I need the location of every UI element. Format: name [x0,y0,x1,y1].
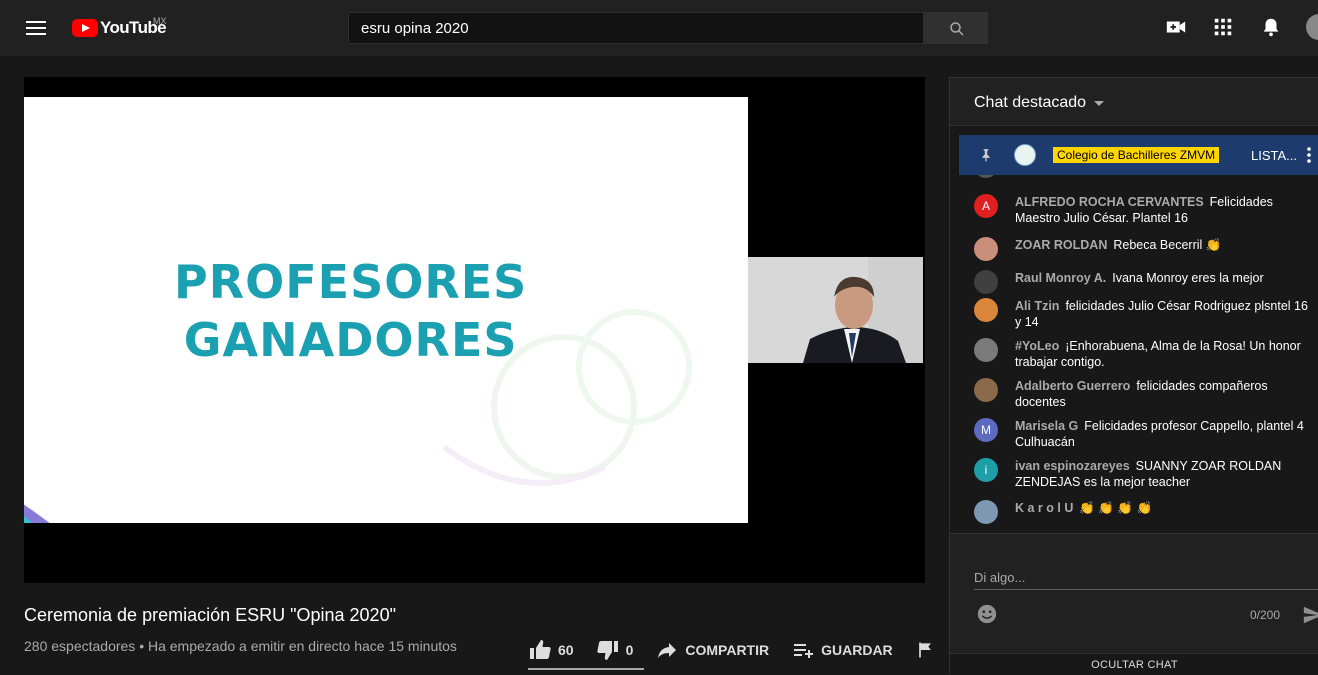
account-avatar[interactable] [1306,14,1318,40]
youtube-logo[interactable]: YouTube [72,17,167,39]
chat-message-body: Ali Tzin felicidades Julio César Rodrigue… [1015,298,1314,330]
chat-message: i ivan espinozareyes SUANNY ZOAR ROLDAN ZE… [974,458,1314,490]
dropdown-caret-icon [1094,101,1104,106]
save-label: GUARDAR [821,642,893,658]
hide-chat-button[interactable]: OCULTAR CHAT [950,653,1318,675]
chat-message: Adalberto Guerrero felicidades compañeros… [974,378,1314,410]
youtube-play-icon [72,19,98,37]
chat-author-avatar[interactable] [974,270,998,294]
live-chat-panel: Chat destacado Francisco Galvez plantel … [949,77,1318,674]
chat-author-name[interactable]: ZOAR ROLDAN [1015,238,1107,252]
presenter-image [748,257,923,363]
dislike-count: 0 [625,642,634,658]
like-button[interactable]: 60 [528,638,574,662]
chat-message-body: ZOAR ROLDAN Rebeca Becerril 👏 [1015,237,1314,253]
send-icon[interactable] [1302,604,1318,626]
chat-author-name[interactable]: Marisela G [1015,419,1078,433]
chat-message-text: Rebeca Becerril 👏 [1113,238,1222,252]
report-button[interactable] [915,640,941,660]
chat-author-avatar[interactable]: i [974,458,998,482]
chat-message: A ALFREDO ROCHA CERVANTES Felicidades Maes… [974,194,1314,226]
create-video-icon[interactable] [1165,16,1187,38]
chat-author-name[interactable]: #YoLeo [1015,339,1059,353]
top-bar: YouTube MX esru opina 2020 [0,0,1318,56]
chat-message-body: ivan espinozareyes SUANNY ZOAR ROLDAN ZEN… [1015,458,1314,490]
playlist-add-icon [794,644,814,658]
chat-message: ZOAR ROLDAN Rebeca Becerril 👏 [974,237,1314,261]
chat-message-text: 👏 👏 👏 👏 [1079,501,1153,515]
dislike-button[interactable]: 0 [596,638,634,662]
chat-message: Ali Tzin felicidades Julio César Rodrigue… [974,298,1314,330]
notifications-bell-icon[interactable] [1260,16,1282,38]
chat-input[interactable]: Di algo... [974,570,1025,585]
search-input[interactable]: esru opina 2020 [348,12,924,44]
video-player[interactable]: PROFESORES GANADORES [24,77,925,583]
chat-author-avatar[interactable]: A [974,194,998,218]
chat-author-avatar[interactable] [974,237,998,261]
chat-message-text: Ivana Monroy eres la mejor [1112,271,1264,285]
search-button[interactable] [924,12,988,44]
chat-message-body: Adalberto Guerrero felicidades compañeros… [1015,378,1314,410]
chat-author-avatar[interactable]: M [974,418,998,442]
chat-message: #YoLeo ¡Enhorabuena, Alma de la Rosa! Un … [974,338,1314,370]
search-icon [950,22,964,36]
like-count: 60 [558,642,574,658]
video-title: Ceremonia de premiación ESRU "Opina 2020… [24,605,396,625]
pinned-message[interactable]: Colegio de Bachilleres ZMVM LISTA... [959,135,1318,175]
emoji-icon[interactable] [976,603,998,625]
country-code: MX [153,16,167,26]
pinned-author: Colegio de Bachilleres ZMVM [1053,147,1220,163]
share-icon [658,643,677,658]
chat-messages: Francisco Galvez plantel 17 Huayamilpas … [950,154,1318,528]
presentation-slide: PROFESORES GANADORES [24,97,748,523]
video-actions: 60 0 COMPARTIR GUARDAR [528,638,963,662]
slide-title-line2: GANADORES [183,313,518,367]
pinned-text: LISTA... [1251,148,1297,163]
chat-message: M Marisela G Felicidades profesor Cappello… [974,418,1314,450]
more-options-icon[interactable] [1305,146,1313,164]
chat-author-avatar[interactable] [974,338,998,362]
video-meta: 280 espectadores • Ha empezado a emitir … [24,638,457,654]
thumbs-down-icon [596,641,618,660]
corner-decoration-icon [24,504,50,523]
chat-author-name[interactable]: ALFREDO ROCHA CERVANTES [1015,195,1204,209]
share-button[interactable]: COMPARTIR [655,638,769,662]
pin-icon [982,149,990,162]
slide-title: PROFESORES GANADORES [174,253,527,369]
chat-message-body: K a r o l U 👏 👏 👏 👏 [1015,500,1314,516]
input-underline [974,589,1318,590]
chat-mode-title: Chat destacado [974,94,1087,111]
apps-grid-icon[interactable] [1212,16,1234,38]
chat-author-avatar[interactable] [974,298,998,322]
character-counter: 0/200 [1250,608,1281,622]
chat-author-name[interactable]: Ali Tzin [1015,299,1059,313]
chat-author-avatar[interactable] [974,378,998,402]
chat-author-name[interactable]: ivan espinozareyes [1015,459,1130,473]
like-ratio-bar [528,668,644,670]
pinned-author-avatar [1014,144,1036,166]
chat-message: Raul Monroy A. Ivana Monroy eres la mejor [974,270,1314,294]
like-ratio-fill [528,668,644,670]
flag-icon [918,642,931,658]
chat-message-body: ALFREDO ROCHA CERVANTES Felicidades Maest… [1015,194,1314,226]
chat-message-body: Raul Monroy A. Ivana Monroy eres la mejor [1015,270,1314,286]
chat-input-area: Di algo... 0/200 [950,533,1318,653]
chat-author-name[interactable]: Adalberto Guerrero [1015,379,1130,393]
slide-title-line1: PROFESORES [174,255,528,309]
save-button[interactable]: GUARDAR [791,638,893,662]
chat-author-name[interactable]: Raul Monroy A. [1015,271,1106,285]
chat-message-body: #YoLeo ¡Enhorabuena, Alma de la Rosa! Un … [1015,338,1314,370]
chat-message-body: Marisela G Felicidades profesor Cappello,… [1015,418,1314,450]
chat-message: K a r o l U 👏 👏 👏 👏 [974,500,1314,524]
chat-header[interactable]: Chat destacado [950,78,1318,126]
search-value: esru opina 2020 [361,20,469,37]
chat-author-name[interactable]: K a r o l U [1015,501,1073,515]
share-label: COMPARTIR [685,642,770,658]
thumbs-up-icon [530,640,551,659]
webcam-feed [748,257,923,363]
menu-icon[interactable] [26,18,46,38]
chat-author-avatar[interactable] [974,500,998,524]
